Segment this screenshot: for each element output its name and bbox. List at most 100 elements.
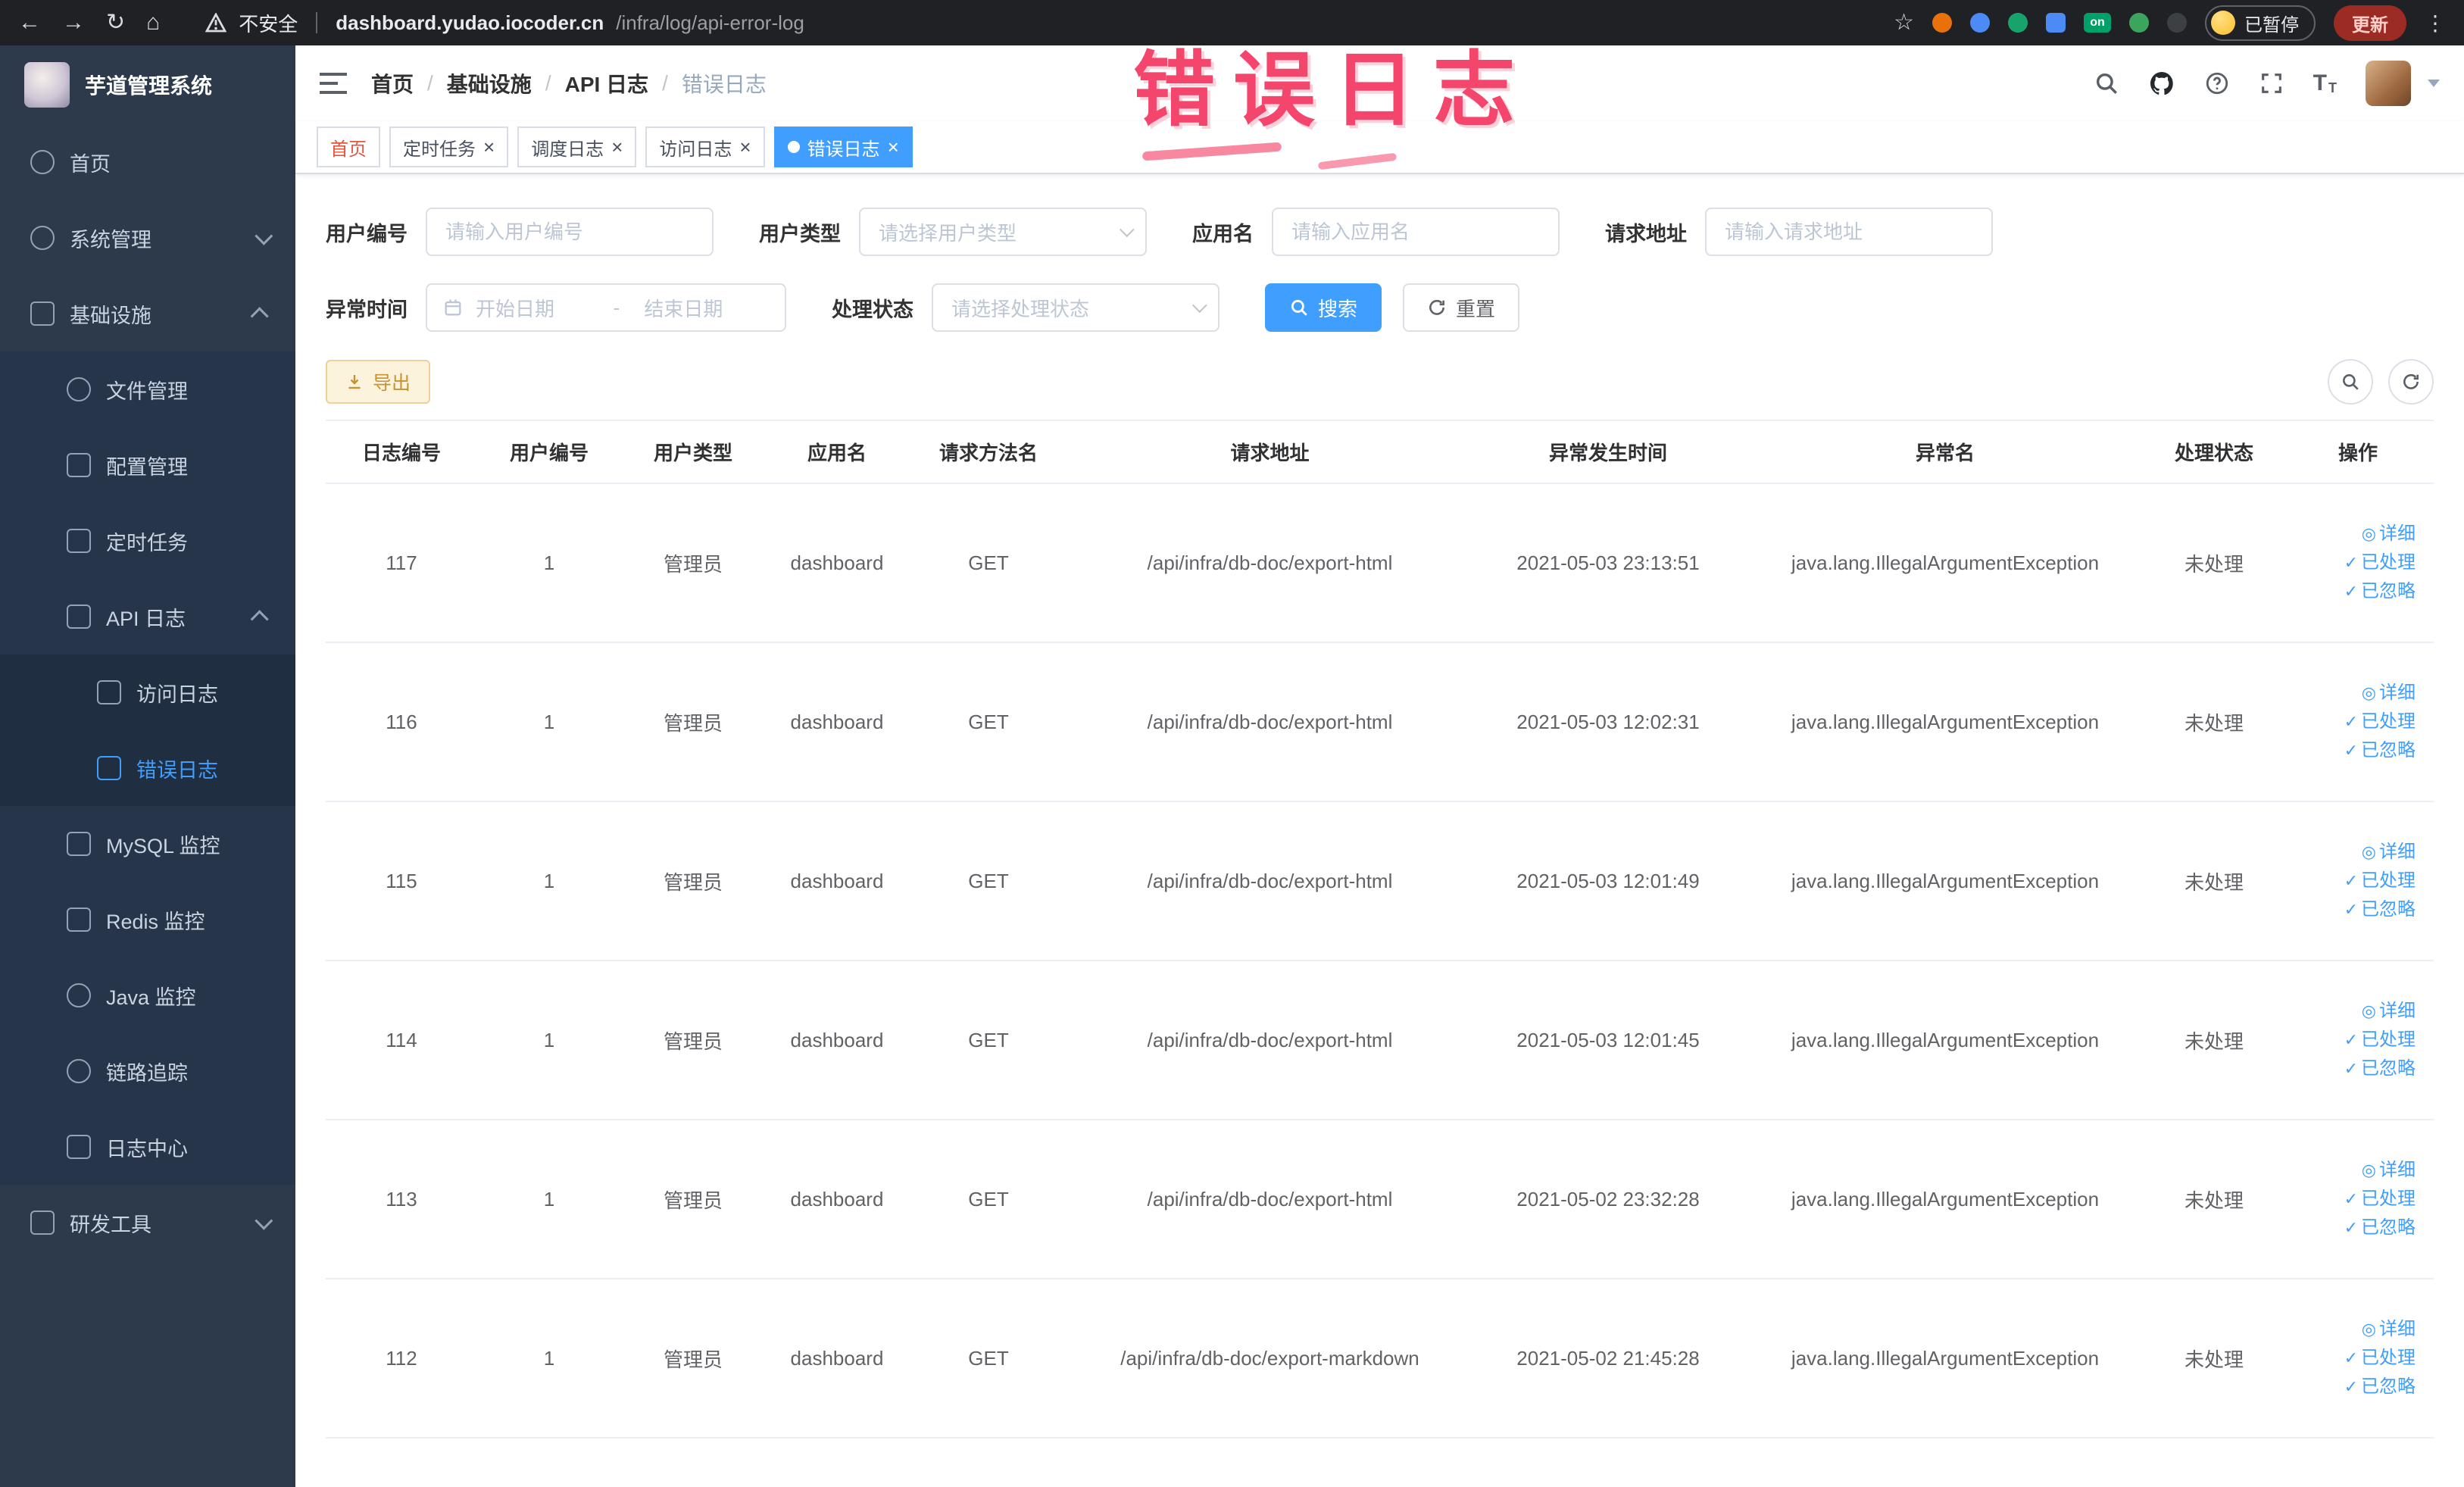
cell-time: 2021-05-02 23:32:28 xyxy=(1472,1120,1744,1279)
forward-icon[interactable]: → xyxy=(62,11,85,34)
sidebar-item-dev-tools[interactable]: 研发工具 xyxy=(0,1185,295,1261)
user-type-select[interactable]: 请选择用户类型 xyxy=(859,208,1147,256)
search-icon[interactable] xyxy=(2094,70,2119,96)
tab-home[interactable]: 首页 xyxy=(317,127,380,167)
sidebar-item-config-management[interactable]: 配置管理 xyxy=(0,427,295,503)
close-icon[interactable]: × xyxy=(739,137,751,157)
cell-status: 未处理 xyxy=(2146,642,2282,802)
mark-ignored-link[interactable]: ✓ 已忽略 xyxy=(2288,1373,2416,1401)
menu-kebab-icon[interactable]: ⋮ xyxy=(2425,11,2446,36)
tab-schedule-log[interactable]: 调度日志 × xyxy=(517,127,637,167)
detail-link[interactable]: ◎ 详细 xyxy=(2288,679,2416,708)
mark-ignored-link[interactable]: ✓ 已忽略 xyxy=(2288,1214,2416,1242)
table-row: 117 1 管理员 dashboard GET /api/infra/db-do… xyxy=(326,483,2434,643)
extension-icon[interactable] xyxy=(1970,13,1990,33)
close-icon[interactable]: × xyxy=(483,137,495,157)
reset-button[interactable]: 重置 xyxy=(1403,283,1520,332)
mark-ignored-link[interactable]: ✓ 已忽略 xyxy=(2288,895,2416,924)
mark-processed-link[interactable]: ✓ 已处理 xyxy=(2288,1344,2416,1373)
avatar[interactable] xyxy=(2366,61,2411,106)
sidebar-item-system-management[interactable]: 系统管理 xyxy=(0,200,295,276)
extension-icon[interactable] xyxy=(2167,13,2187,33)
github-icon[interactable] xyxy=(2148,70,2175,97)
tab-access-log[interactable]: 访问日志 × xyxy=(645,127,765,167)
sidebar-item-label: 首页 xyxy=(70,152,111,176)
extension-icon[interactable] xyxy=(1932,13,1952,33)
status-select[interactable]: 请选择处理状态 xyxy=(932,283,1220,332)
mark-processed-link[interactable]: ✓ 已处理 xyxy=(2288,548,2416,577)
cell-user-type: 管理员 xyxy=(621,1279,765,1439)
breadcrumb-item[interactable]: API 日志 xyxy=(565,68,648,98)
mark-processed-link[interactable]: ✓ 已处理 xyxy=(2288,1185,2416,1214)
sidebar-item-access-log[interactable]: 访问日志 xyxy=(0,654,295,730)
home-icon[interactable]: ⌂ xyxy=(146,11,160,34)
extension-on-icon[interactable]: on xyxy=(2084,13,2111,33)
database-icon xyxy=(67,832,91,856)
sidebar-item-file-management[interactable]: 文件管理 xyxy=(0,351,295,427)
cell-app-name: dashboard xyxy=(765,1279,909,1439)
mark-ignored-link[interactable]: ✓ 已忽略 xyxy=(2288,577,2416,606)
help-icon[interactable] xyxy=(2204,70,2230,96)
refresh-table-button[interactable] xyxy=(2388,359,2434,405)
extension-icon[interactable] xyxy=(2129,13,2149,33)
log-icon xyxy=(67,604,91,629)
caret-down-icon[interactable] xyxy=(2428,80,2440,87)
sidebar-item-trace[interactable]: 链路追踪 xyxy=(0,1033,295,1109)
download-icon xyxy=(348,375,361,389)
mark-ignored-link[interactable]: ✓ 已忽略 xyxy=(2288,1054,2416,1083)
close-icon[interactable]: × xyxy=(611,137,623,157)
sidebar-item-java-monitor[interactable]: Java 监控 xyxy=(0,957,295,1033)
detail-link[interactable]: ◎ 详细 xyxy=(2288,1315,2416,1344)
fullscreen-icon[interactable] xyxy=(2259,70,2284,96)
sidebar-item-api-logs[interactable]: API 日志 xyxy=(0,579,295,654)
breadcrumb-item[interactable]: 基础设施 xyxy=(447,68,532,98)
mark-processed-link[interactable]: ✓ 已处理 xyxy=(2288,1026,2416,1054)
tab-scheduled-tasks[interactable]: 定时任务 × xyxy=(389,127,509,167)
detail-link[interactable]: ◎ 详细 xyxy=(2288,520,2416,548)
sidebar-item-infrastructure[interactable]: 基础设施 xyxy=(0,276,295,351)
back-icon[interactable]: ← xyxy=(18,11,41,34)
request-url-input[interactable] xyxy=(1705,208,1993,256)
app-name-input[interactable] xyxy=(1272,208,1560,256)
profile-paused-chip[interactable]: 已暂停 xyxy=(2205,5,2316,41)
export-button[interactable]: 导出 xyxy=(326,360,431,404)
hamburger-icon[interactable] xyxy=(320,72,347,95)
breadcrumb-separator: / xyxy=(662,71,668,95)
sidebar-item-redis-monitor[interactable]: Redis 监控 xyxy=(0,882,295,957)
mark-processed-link[interactable]: ✓ 已处理 xyxy=(2288,867,2416,895)
tab-label: 访问日志 xyxy=(659,139,732,160)
breadcrumb-item[interactable]: 首页 xyxy=(371,68,414,98)
reload-icon[interactable]: ↻ xyxy=(106,11,125,34)
extension-icon[interactable] xyxy=(2008,13,2028,33)
cell-user-type: 管理员 xyxy=(621,642,765,802)
table-toolbar: 导出 xyxy=(326,359,2434,405)
mark-ignored-link[interactable]: ✓ 已忽略 xyxy=(2288,736,2416,765)
col-status: 处理状态 xyxy=(2146,420,2282,484)
date-range-picker[interactable]: 开始日期 - 结束日期 xyxy=(426,283,786,332)
address-bar[interactable]: 不安全 dashboard.yudao.iocoder.cn/infra/log… xyxy=(205,9,804,37)
font-size-icon[interactable]: TT xyxy=(2313,70,2337,96)
cell-method: GET xyxy=(909,1120,1068,1279)
mark-processed-link[interactable]: ✓ 已处理 xyxy=(2288,708,2416,736)
toggle-search-button[interactable] xyxy=(2328,359,2373,405)
cell-exception: java.lang.IllegalArgumentException xyxy=(1744,801,2146,961)
search-button[interactable]: 搜索 xyxy=(1265,283,1382,332)
cell-user-id: 1 xyxy=(477,483,621,643)
bookmark-star-icon[interactable]: ☆ xyxy=(1894,11,1914,34)
detail-link[interactable]: ◎ 详细 xyxy=(2288,1156,2416,1185)
user-id-input[interactable] xyxy=(426,208,714,256)
detail-link[interactable]: ◎ 详细 xyxy=(2288,838,2416,867)
folder-icon xyxy=(67,377,91,401)
close-icon[interactable]: × xyxy=(888,137,899,157)
sidebar-item-log-center[interactable]: 日志中心 xyxy=(0,1109,295,1185)
extension-icon[interactable] xyxy=(2046,13,2066,33)
sidebar-item-error-log[interactable]: 错误日志 xyxy=(0,730,295,806)
sidebar-item-home[interactable]: 首页 xyxy=(0,124,295,200)
update-button[interactable]: 更新 xyxy=(2334,5,2406,41)
col-app-name: 应用名 xyxy=(765,420,909,484)
table-row: 114 1 管理员 dashboard GET /api/infra/db-do… xyxy=(326,961,2434,1120)
sidebar-item-scheduled-tasks[interactable]: 定时任务 xyxy=(0,503,295,579)
sidebar-item-mysql-monitor[interactable]: MySQL 监控 xyxy=(0,806,295,882)
tab-error-log[interactable]: 错误日志 × xyxy=(773,127,913,167)
detail-link[interactable]: ◎ 详细 xyxy=(2288,997,2416,1026)
